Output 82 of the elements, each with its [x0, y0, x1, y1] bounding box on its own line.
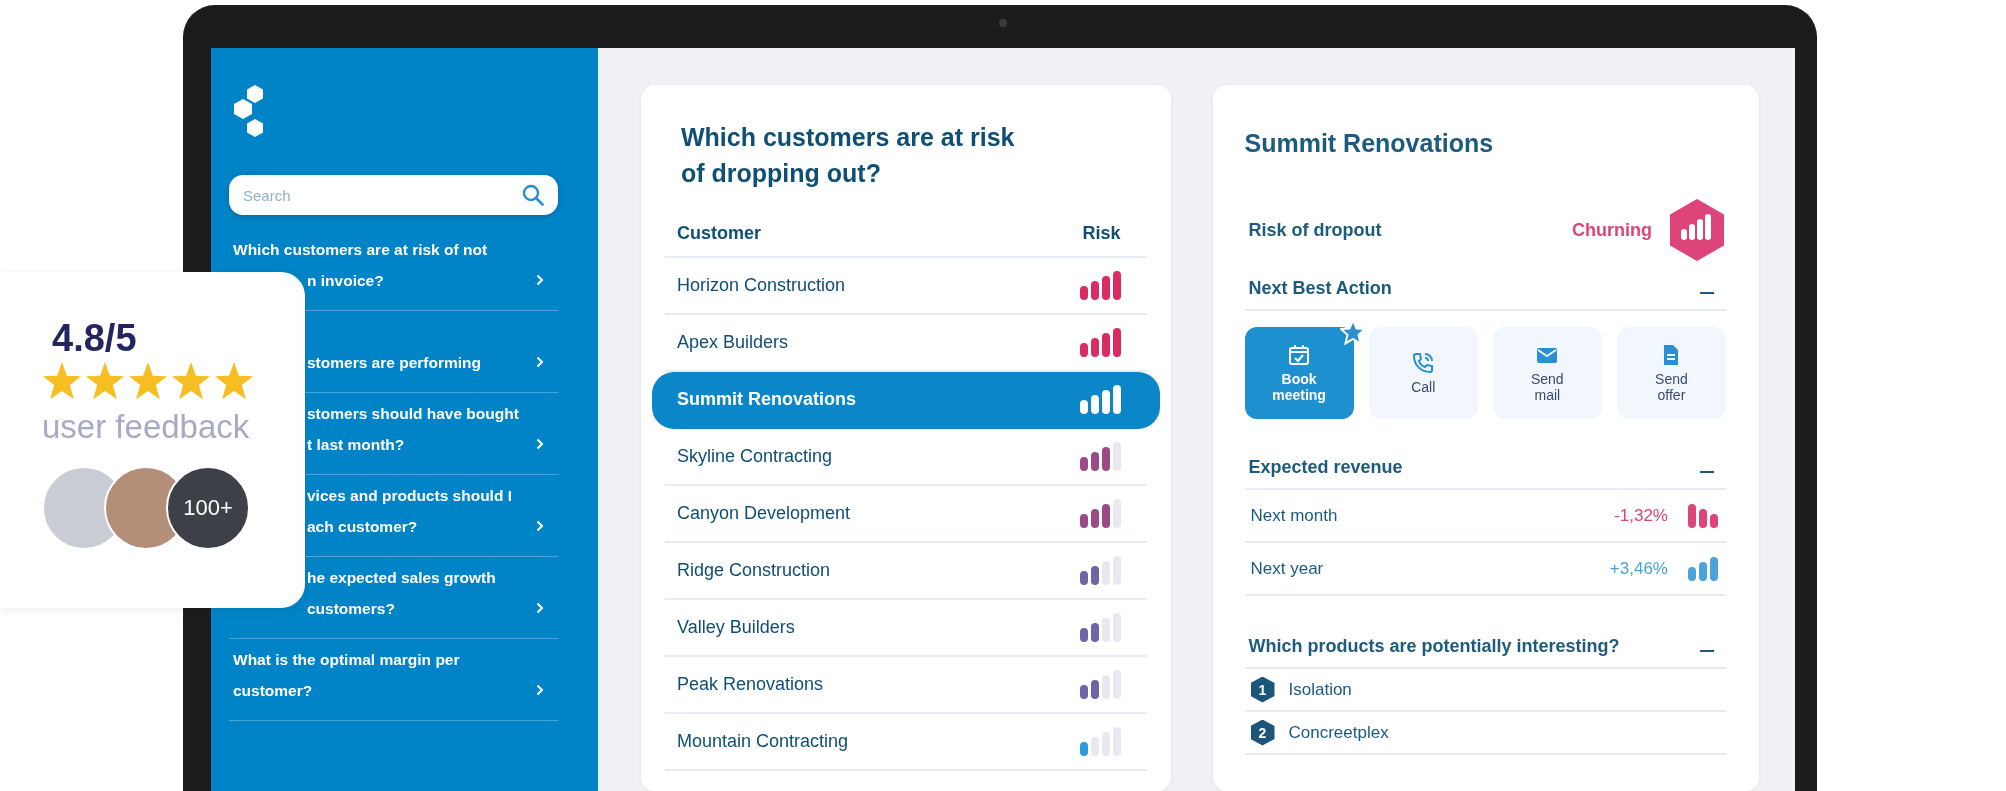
customer-row[interactable]: Ridge Construction [665, 543, 1147, 600]
feedback-label: user feedback [42, 408, 251, 446]
customer-name: Summit Renovations [677, 389, 857, 410]
star-icon [171, 362, 211, 400]
question-link[interactable]: n invoice? [307, 265, 384, 296]
customer-row[interactable]: Summit Renovations [652, 372, 1160, 429]
question-link[interactable]: vices and products should I [307, 480, 512, 511]
question-link[interactable]: customer? [233, 675, 313, 706]
avatar-count: 100+ [166, 466, 250, 550]
question-link[interactable]: ach customer? [307, 511, 418, 542]
collapse-icon[interactable] [1700, 291, 1714, 294]
collapse-icon[interactable] [1700, 470, 1714, 473]
rank-badge: 1 [1250, 676, 1275, 703]
question-link[interactable]: stomers should have bought [307, 398, 519, 429]
question-link[interactable]: customers? [307, 593, 395, 624]
risk-label: Risk of dropout [1248, 219, 1383, 241]
star-icon [42, 362, 82, 400]
action-button[interactable]: Book meeting [1244, 327, 1354, 419]
customer-row[interactable]: Mountain Contracting [665, 714, 1147, 771]
risk-level-icon [1079, 727, 1121, 756]
product-name: Concreetplex [1288, 722, 1389, 743]
risk-level-icon [1079, 442, 1121, 471]
search-field[interactable]: Search [229, 175, 558, 215]
product-name: Isolation [1288, 679, 1352, 700]
revenue-value: +3,46% [1609, 558, 1668, 579]
customer-name: Horizon Construction [677, 275, 846, 296]
calendar-icon [1287, 343, 1312, 367]
customer-row[interactable]: Horizon Construction [665, 258, 1147, 315]
chevron-right-icon[interactable] [536, 602, 544, 614]
collapse-icon[interactable] [1700, 649, 1714, 652]
risk-level-icon [1079, 613, 1121, 642]
customer-name: Apex Builders [677, 332, 789, 353]
question-link[interactable]: t last month? [307, 429, 405, 460]
section-title: Which products are potentially interesting? [1248, 636, 1620, 657]
rating-score: 4.8/5 [52, 317, 138, 360]
column-header: Risk [1082, 223, 1121, 244]
phone-icon [1411, 351, 1436, 375]
question-link[interactable]: What is the optimal margin per [233, 644, 460, 675]
customer-name: Valley Builders [677, 617, 795, 638]
section-title: Next Best Action [1248, 278, 1392, 299]
risk-status: Churning [1572, 219, 1652, 241]
star-icon [128, 362, 168, 400]
action-button[interactable]: Send mail [1492, 327, 1602, 419]
chevron-right-icon[interactable] [536, 438, 544, 450]
risk-level-icon [1079, 556, 1121, 585]
chevron-right-icon[interactable] [536, 356, 544, 368]
chevron-right-icon[interactable] [536, 520, 544, 532]
camera-icon [999, 19, 1007, 27]
risk-hexagon-icon [1668, 198, 1726, 262]
customer-row[interactable]: Peak Renovations [665, 657, 1147, 714]
question-link[interactable]: stomers are performing [307, 347, 481, 378]
action-button[interactable]: Send offer [1616, 327, 1726, 419]
chevron-right-icon[interactable] [536, 684, 544, 696]
customer-row[interactable]: Valley Builders [665, 600, 1147, 657]
question-link[interactable]: he expected sales growth [307, 562, 496, 593]
chevron-right-icon[interactable] [536, 274, 544, 286]
customer-name: Canyon Development [677, 503, 851, 524]
customer-name: Mountain Contracting [677, 731, 849, 752]
star-icon [85, 362, 125, 400]
customer-row[interactable]: Canyon Development [665, 486, 1147, 543]
risk-level-icon [1079, 670, 1121, 699]
card-title: Summit Renovations [1244, 129, 1495, 158]
column-header: Customer [677, 223, 761, 244]
risk-level-icon [1079, 499, 1121, 528]
section-title: Expected revenue [1248, 457, 1403, 478]
search-icon [522, 184, 544, 206]
risk-level-icon [1079, 271, 1121, 300]
revenue-value: -1,32% [1614, 505, 1668, 526]
revenue-label: Next month [1250, 505, 1339, 526]
star-icon [214, 362, 254, 400]
question-link[interactable]: Which customers are at risk of not [233, 234, 488, 265]
rank-badge: 2 [1250, 719, 1275, 746]
risk-level-icon [1079, 385, 1121, 414]
customer-row[interactable]: Skyline Contracting [665, 429, 1147, 486]
logo-icon [233, 85, 265, 137]
customer-name: Skyline Contracting [677, 446, 833, 467]
customer-name: Ridge Construction [677, 560, 831, 581]
risk-level-icon [1079, 328, 1121, 357]
customer-name: Peak Renovations [677, 674, 824, 695]
action-button[interactable]: Call [1368, 327, 1478, 419]
revenue-label: Next year [1250, 558, 1325, 579]
card-title: Which customers are at risk of dropping out? [681, 122, 1016, 189]
